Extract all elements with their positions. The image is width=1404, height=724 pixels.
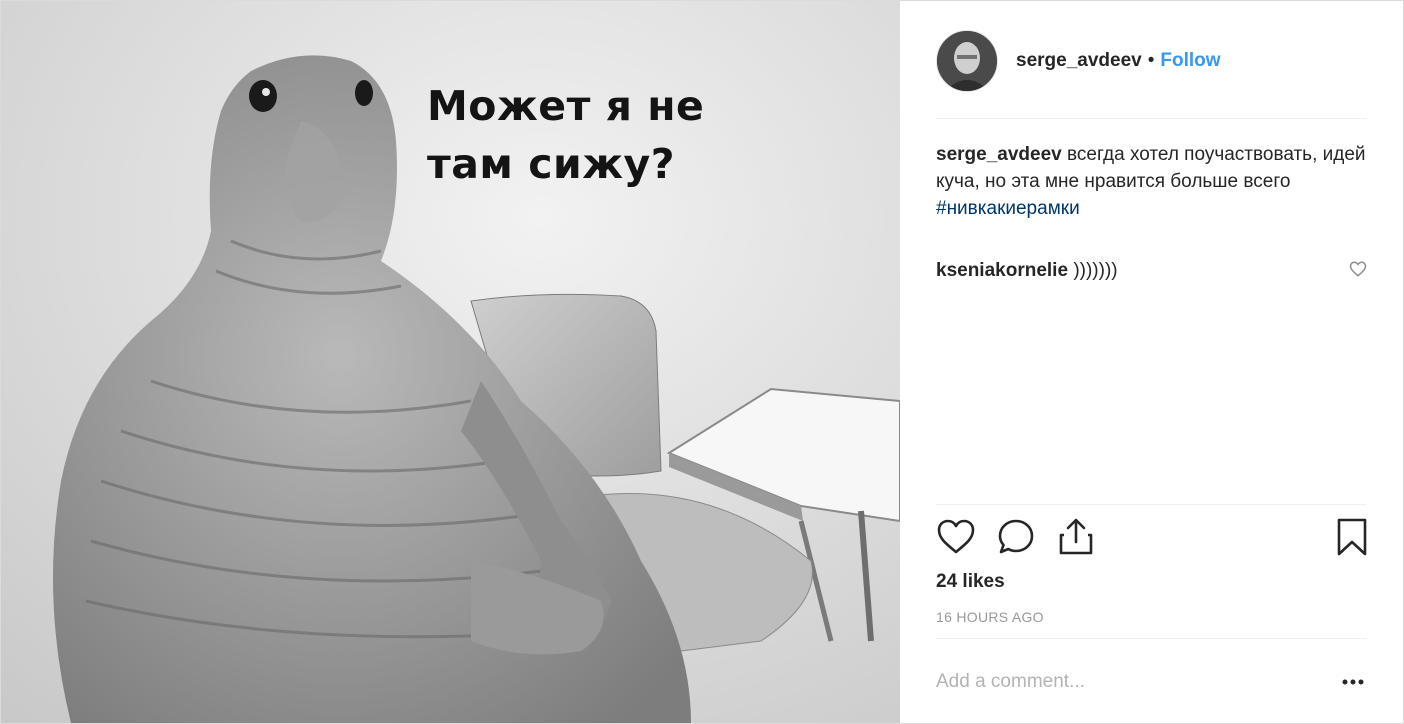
- caption: serge_avdeev всегда хотел поучаствовать,…: [936, 141, 1366, 222]
- instagram-post: Может я не там сижу? serge_avdeev • Foll…: [0, 0, 1404, 724]
- comment-like-heart-icon[interactable]: [1349, 260, 1367, 278]
- hashtag-link[interactable]: #нивкакиерамки: [936, 195, 1366, 222]
- likes-count[interactable]: 24 likes: [936, 571, 1005, 593]
- avatar-photo: [937, 31, 997, 91]
- divider: [936, 504, 1366, 505]
- comment-icon[interactable]: [996, 517, 1036, 557]
- caption-username[interactable]: serge_avdeev: [936, 144, 1062, 165]
- post-timestamp[interactable]: 16 HOURS AGO: [936, 609, 1044, 625]
- comment-text: ))))))): [1073, 260, 1118, 281]
- more-options-icon[interactable]: [1338, 667, 1368, 697]
- divider: [936, 638, 1366, 639]
- image-overlay-text: Может я не там сижу?: [427, 82, 705, 188]
- header-username[interactable]: serge_avdeev: [1016, 50, 1142, 72]
- follow-button[interactable]: Follow: [1160, 50, 1220, 72]
- heart-icon[interactable]: [936, 517, 976, 557]
- post-sidebar: serge_avdeev • Follow serge_avdeev всегд…: [901, 1, 1403, 723]
- share-icon[interactable]: [1056, 517, 1096, 557]
- post-image[interactable]: Может я не там сижу?: [1, 1, 900, 723]
- add-comment-input[interactable]: [936, 667, 1316, 697]
- bookmark-icon[interactable]: [1332, 517, 1372, 557]
- divider: [936, 118, 1366, 119]
- avatar[interactable]: [936, 30, 998, 92]
- post-header: serge_avdeev • Follow: [936, 29, 1366, 93]
- comment-item: kseniakornelie ))))))): [936, 257, 1366, 284]
- action-bar: [936, 517, 1367, 561]
- header-separator: •: [1147, 50, 1155, 71]
- comment-username[interactable]: kseniakornelie: [936, 260, 1068, 281]
